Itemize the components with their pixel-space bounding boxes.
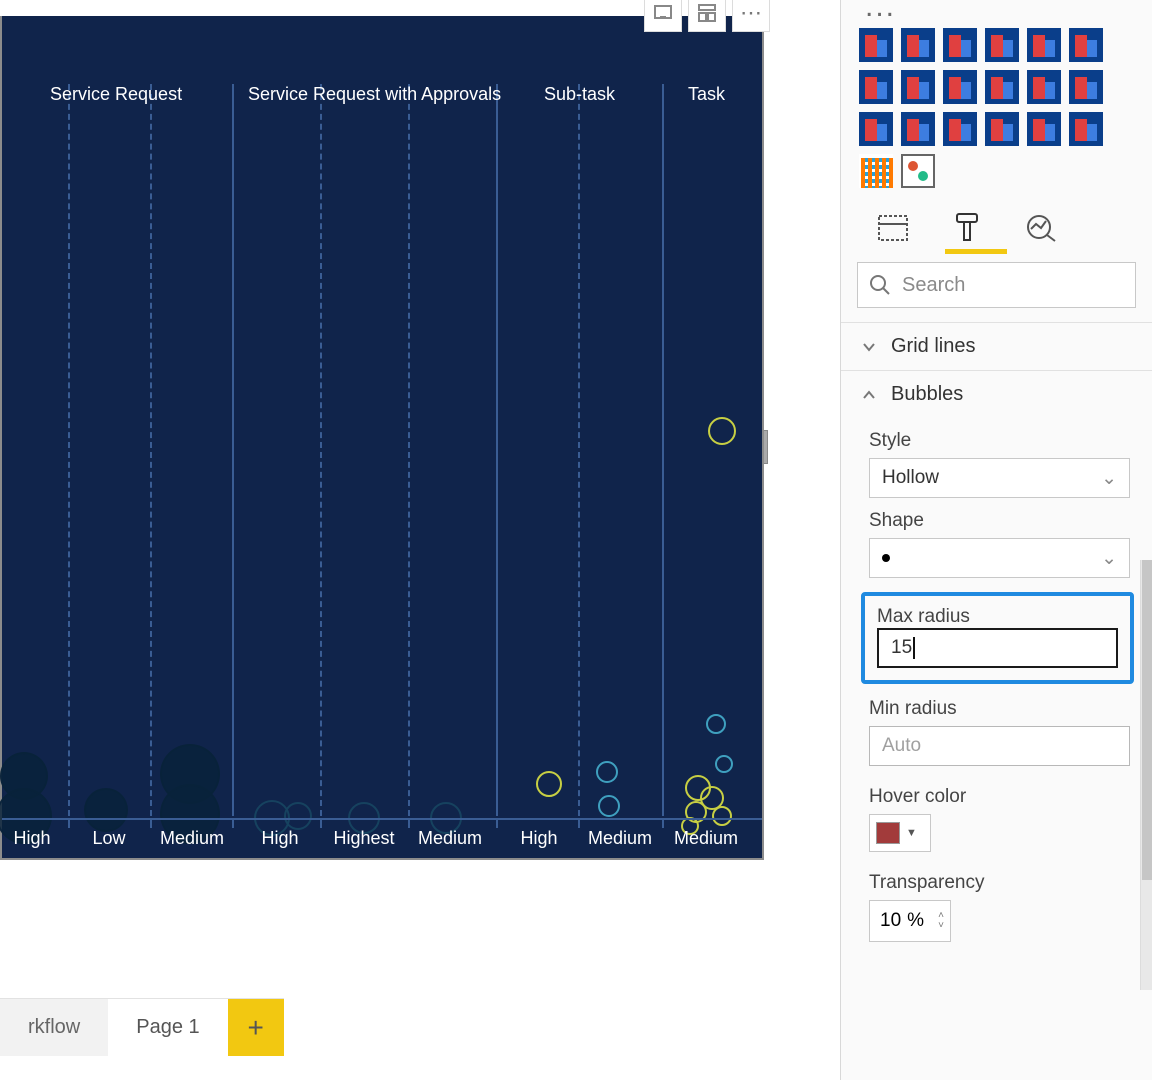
bubble-point[interactable]: [536, 771, 562, 797]
shape-select[interactable]: ⌄: [869, 538, 1130, 578]
chart-group-headers: Service Request Service Request with App…: [2, 84, 762, 120]
transparency-label: Transparency: [869, 872, 1130, 894]
style-select[interactable]: Hollow ⌄: [869, 458, 1130, 498]
min-radius-placeholder: Auto: [882, 735, 921, 757]
chevron-up-icon: [861, 387, 877, 403]
page-tab-page1[interactable]: Page 1: [108, 998, 227, 1056]
max-radius-value: 15: [891, 637, 912, 659]
visual-action-bar: ⋯: [644, 0, 770, 32]
x-label: Low: [74, 828, 144, 849]
bubble-point[interactable]: [715, 755, 733, 773]
max-radius-highlight: Max radius 15: [861, 592, 1134, 684]
bubbles-section-header[interactable]: Bubbles: [841, 370, 1152, 418]
viz-type-icon[interactable]: [1069, 112, 1103, 146]
viz-type-icon[interactable]: [985, 28, 1019, 62]
x-label: High: [240, 828, 320, 849]
shape-dot-icon: [882, 554, 890, 562]
report-canvas[interactable]: ⋯ Service Request: [0, 0, 840, 1080]
chevron-down-icon: [861, 339, 877, 355]
page-tabs: rkflow Page 1 +: [0, 998, 284, 1056]
viz-type-icon[interactable]: [901, 112, 935, 146]
shape-label: Shape: [869, 510, 1130, 532]
format-tab[interactable]: [947, 208, 987, 248]
max-radius-label: Max radius: [877, 606, 1118, 628]
group-header: Service Request: [50, 84, 182, 105]
viz-type-icon[interactable]: [943, 112, 977, 146]
viz-type-icon[interactable]: [1027, 70, 1061, 104]
x-label: Medium: [408, 828, 492, 849]
fields-tab[interactable]: [873, 208, 913, 248]
viz-type-icon[interactable]: [859, 154, 893, 188]
style-label: Style: [869, 430, 1130, 452]
viz-type-icon[interactable]: [1027, 112, 1061, 146]
viz-type-icon[interactable]: [859, 70, 893, 104]
spinner-arrows[interactable]: ˄˅: [938, 911, 944, 931]
viz-type-icon[interactable]: [1027, 28, 1061, 62]
x-label: Medium: [664, 828, 748, 849]
gridlines-section-label: Grid lines: [891, 335, 975, 358]
pane-scrollbar[interactable]: [1140, 560, 1152, 990]
min-radius-label: Min radius: [869, 698, 1130, 720]
color-swatch-icon: [876, 822, 900, 844]
bubble-point[interactable]: [708, 417, 736, 445]
viz-type-icon[interactable]: [943, 70, 977, 104]
focus-mode-button[interactable]: [644, 0, 682, 32]
gridlines-section-header[interactable]: Grid lines: [841, 322, 1152, 370]
bubble-point[interactable]: [598, 795, 620, 817]
bubble-point[interactable]: [596, 761, 618, 783]
hover-color-label: Hover color: [869, 786, 1130, 808]
pane-more-icon[interactable]: ...: [841, 0, 1152, 24]
group-header: Task: [688, 84, 725, 105]
viz-type-icon[interactable]: [1069, 28, 1103, 62]
filter-icon-button[interactable]: [688, 0, 726, 32]
viz-type-icon[interactable]: [943, 28, 977, 62]
hover-color-picker[interactable]: ▼: [869, 814, 931, 852]
chart-x-axis: High Low Medium High Highest Medium High…: [2, 818, 762, 858]
x-label: Medium: [578, 828, 662, 849]
chevron-down-icon: ⌄: [1101, 547, 1117, 570]
viz-type-icon[interactable]: [859, 28, 893, 62]
max-radius-input[interactable]: 15: [877, 628, 1118, 668]
viz-type-icon[interactable]: [901, 70, 935, 104]
x-label: High: [2, 828, 62, 849]
viz-type-icon[interactable]: [901, 28, 935, 62]
more-options-button[interactable]: ⋯: [732, 0, 770, 32]
analytics-tab[interactable]: [1021, 208, 1061, 248]
chevron-down-icon: ⌄: [1101, 467, 1117, 490]
page-tab-truncated[interactable]: rkflow: [0, 998, 108, 1056]
bubbles-section-label: Bubbles: [891, 383, 963, 406]
chart-plot-area[interactable]: Service Request Service Request with App…: [2, 16, 762, 858]
x-label: Highest: [324, 828, 404, 849]
visual-frame[interactable]: ⋯ Service Request: [0, 0, 790, 860]
search-icon: [869, 274, 891, 296]
style-select-value: Hollow: [882, 467, 939, 489]
scrollbar-thumb[interactable]: [1142, 560, 1152, 880]
viz-type-gallery: [841, 24, 1152, 198]
group-header: Sub-task: [544, 84, 615, 105]
pane-tabs: [841, 198, 1152, 248]
visualizations-pane: ...: [840, 0, 1152, 1080]
chevron-down-icon: ▼: [906, 827, 917, 839]
bubble-point[interactable]: [706, 714, 726, 734]
transparency-unit: %: [907, 910, 924, 932]
min-radius-input[interactable]: Auto: [869, 726, 1130, 766]
viz-type-icon[interactable]: [859, 112, 893, 146]
viz-type-icon[interactable]: [985, 112, 1019, 146]
x-label: Medium: [152, 828, 232, 849]
group-header: Service Request with Approvals: [248, 84, 501, 105]
format-search-input[interactable]: [857, 262, 1136, 308]
x-label: High: [502, 828, 576, 849]
text-caret: [913, 637, 915, 659]
viz-type-icon-selected[interactable]: [901, 154, 935, 188]
transparency-value: 10: [880, 910, 901, 932]
viz-type-icon[interactable]: [1069, 70, 1103, 104]
add-page-button[interactable]: +: [228, 998, 284, 1056]
transparency-input[interactable]: 10 % ˄˅: [869, 900, 951, 942]
viz-type-icon[interactable]: [985, 70, 1019, 104]
